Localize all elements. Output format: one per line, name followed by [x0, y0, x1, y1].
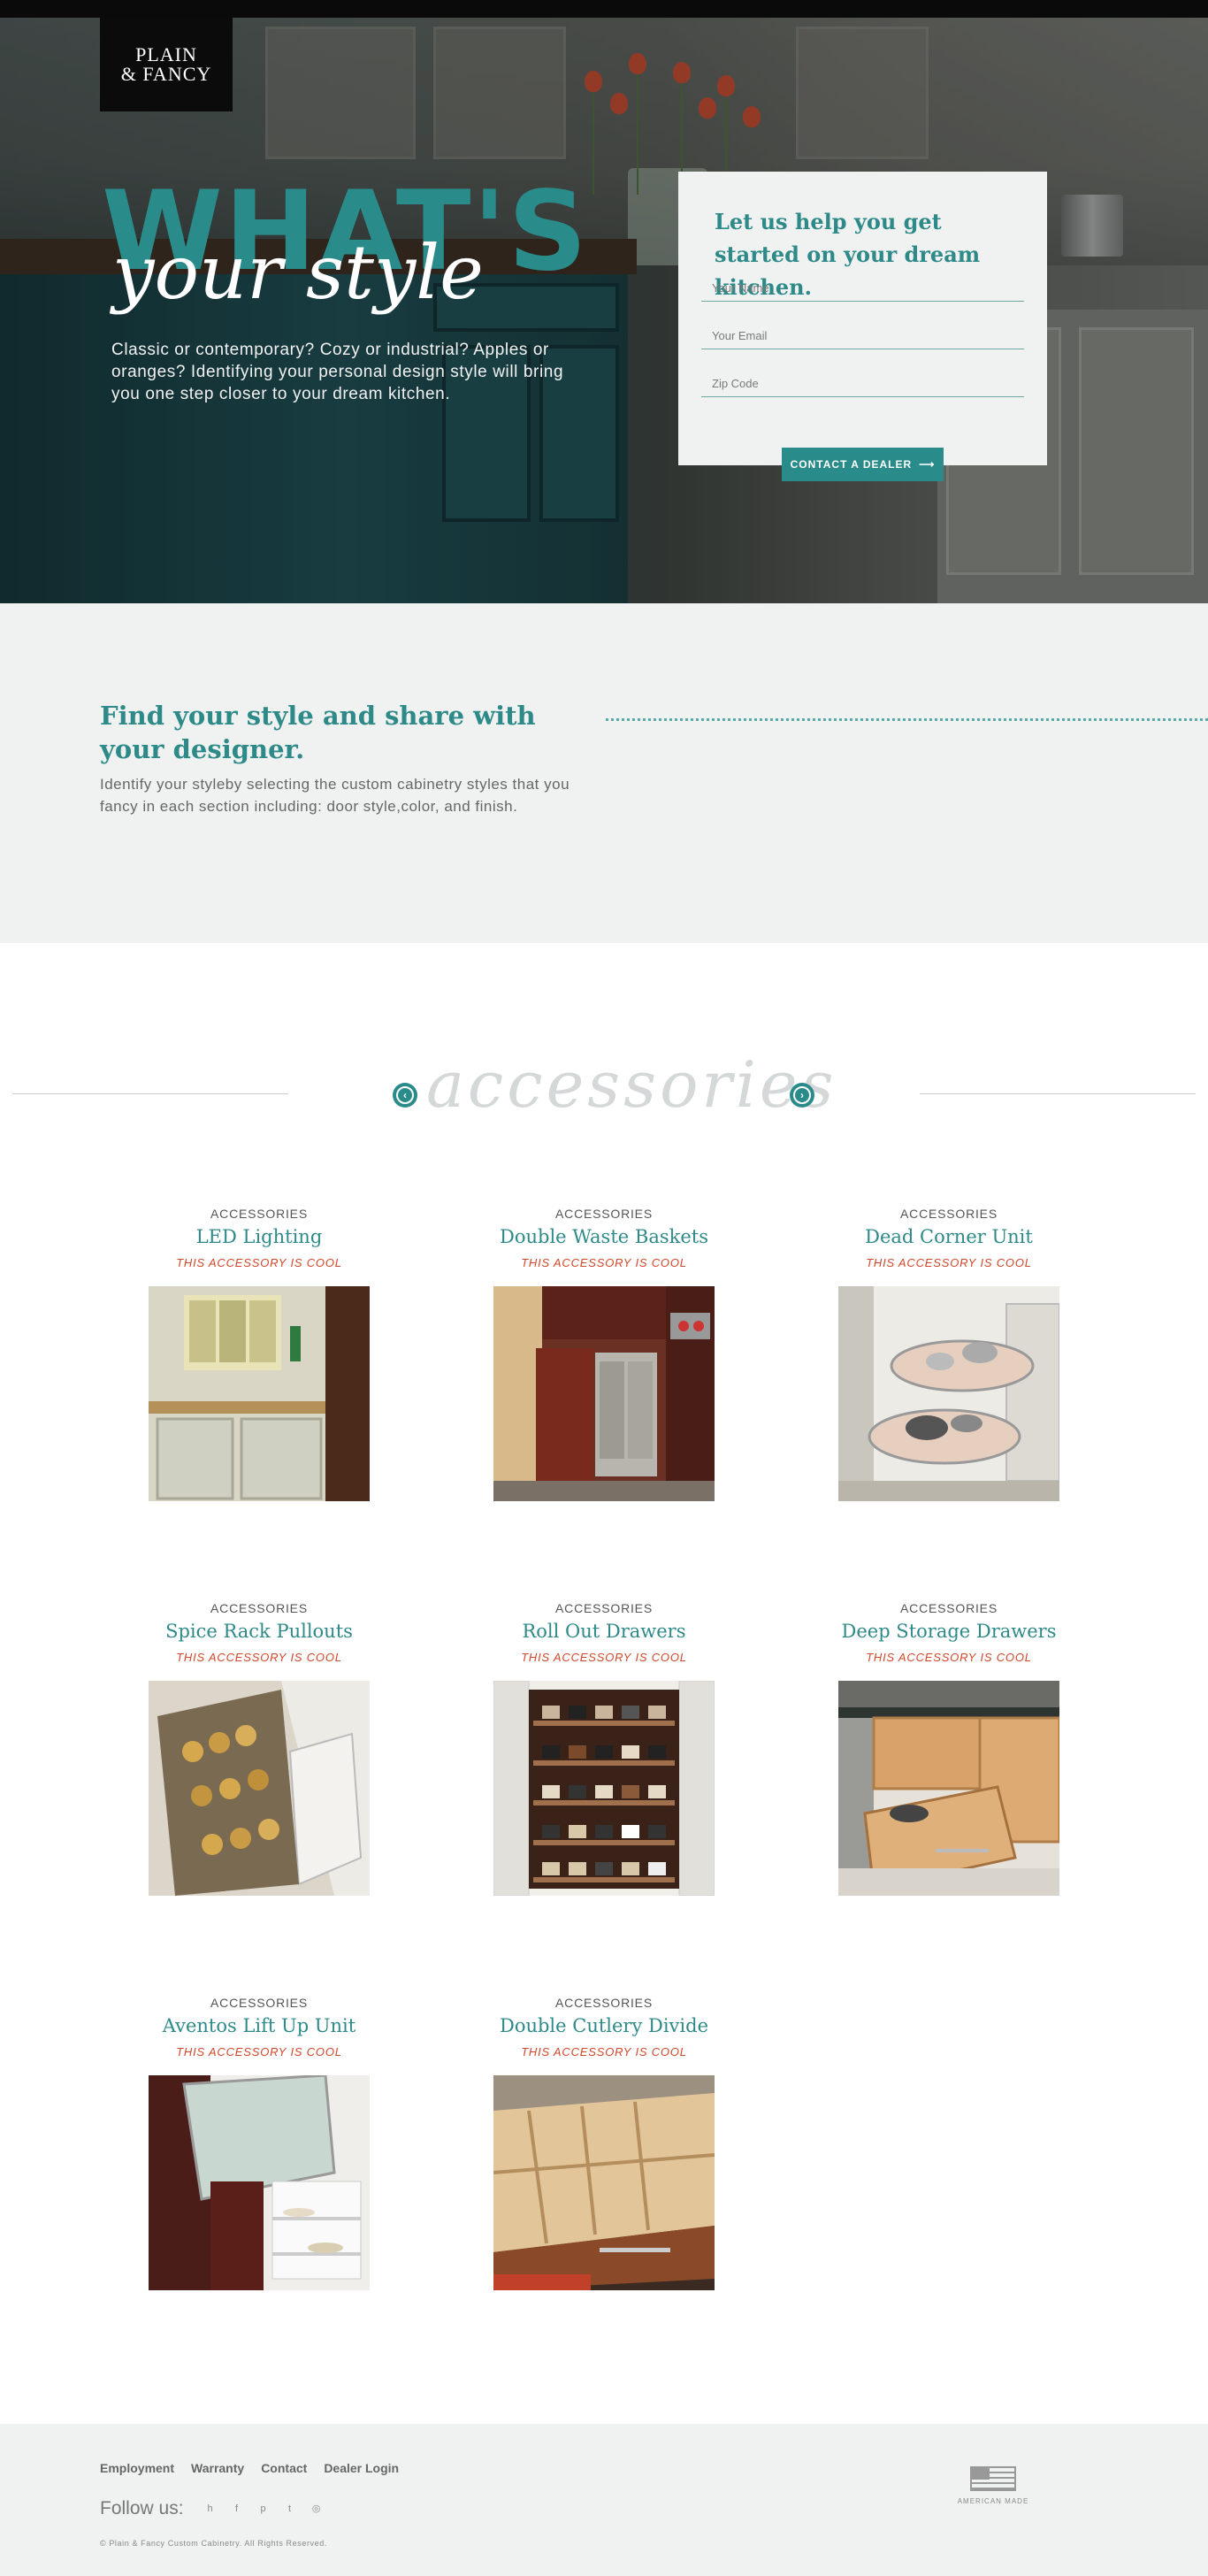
led-lighting-photo[interactable] [149, 1286, 370, 1501]
zip-code-input[interactable] [701, 371, 1024, 397]
aventos-lift-up-unit-photo[interactable] [149, 2075, 370, 2290]
accessory-name[interactable]: Spice Rack Pullouts [113, 1621, 405, 1645]
double-waste-baskets-photo[interactable] [493, 1286, 715, 1501]
accessory-category: ACCESSORIES [555, 1207, 653, 1221]
accessory-category: ACCESSORIES [555, 1996, 653, 2010]
copyright: © Plain & Fancy Custom Cabinetry. All Ri… [100, 2539, 327, 2548]
instagram-icon[interactable]: ◎ [308, 2500, 325, 2518]
hero-title: WHAT'S your style [102, 177, 589, 310]
accessory-tag: THIS ACCESSORY IS COOL [866, 1256, 1032, 1269]
top-bar [0, 0, 1208, 18]
accessory-name[interactable]: LED Lighting [113, 1226, 405, 1251]
footer-nav: Employment Warranty Contact Dealer Login [100, 2461, 399, 2475]
accessory-card-led-lighting[interactable]: ACCESSORIES LED Lighting THIS ACCESSORY … [113, 1207, 405, 1501]
dead-corner-unit-photo[interactable] [838, 1286, 1059, 1501]
accessory-name[interactable]: Roll Out Drawers [458, 1621, 750, 1645]
accessory-category: ACCESSORIES [210, 1996, 308, 2010]
accessories-heading: accessories [426, 1047, 837, 1122]
accessory-tag: THIS ACCESSORY IS COOL [176, 2045, 342, 2058]
roll-out-drawers-photo[interactable] [493, 1681, 715, 1896]
dealer-contact-form: Let us help you get started on your drea… [678, 172, 1047, 465]
accessory-card-aventos-lift-up-unit[interactable]: ACCESSORIES Aventos Lift Up Unit THIS AC… [113, 1996, 405, 2290]
contact-dealer-button[interactable]: CONTACT A DEALER ⟶ [782, 448, 944, 481]
arrow-left-circle-icon[interactable]: ‹ [393, 1083, 417, 1108]
brand-logo[interactable]: PLAIN & FANCY [100, 18, 233, 111]
footer-link-contact[interactable]: Contact [261, 2461, 307, 2475]
accessory-card-spice-rack-pullouts[interactable]: ACCESSORIES Spice Rack Pullouts THIS ACC… [113, 1601, 405, 1896]
follow-label: Follow us: [100, 2498, 184, 2518]
pinterest-icon[interactable]: p [255, 2500, 272, 2518]
divider-right [920, 1093, 1196, 1094]
accessory-tag: THIS ACCESSORY IS COOL [521, 1256, 687, 1269]
accessory-card-dead-corner-unit[interactable]: ACCESSORIES Dead Corner Unit THIS ACCESS… [803, 1207, 1095, 1501]
email-input[interactable] [701, 323, 1024, 349]
accessory-tag: THIS ACCESSORY IS COOL [176, 1651, 342, 1664]
social-follow: Follow us: h f p t ◎ [100, 2498, 325, 2519]
accessory-tag: THIS ACCESSORY IS COOL [176, 1256, 342, 1269]
accessory-name[interactable]: Deep Storage Drawers [803, 1621, 1095, 1645]
accessory-tag: THIS ACCESSORY IS COOL [866, 1651, 1032, 1664]
find-style-title: Find your style and share with your desi… [100, 701, 536, 764]
twitter-icon[interactable]: t [281, 2500, 299, 2518]
accessory-tag: THIS ACCESSORY IS COOL [521, 1651, 687, 1664]
accessory-card-double-cutlery-divide[interactable]: ACCESSORIES Double Cutlery Divide THIS A… [458, 1996, 750, 2290]
houzz-icon[interactable]: h [202, 2500, 219, 2518]
hero-title-script: your style [112, 229, 484, 316]
accessory-category: ACCESSORIES [555, 1601, 653, 1615]
name-input[interactable] [701, 275, 1024, 302]
double-cutlery-divide-photo[interactable] [493, 2075, 715, 2290]
accessory-card-roll-out-drawers[interactable]: ACCESSORIES Roll Out Drawers THIS ACCESS… [458, 1601, 750, 1896]
american-made-label: AMERICAN MADE [957, 2497, 1029, 2505]
hero-description: Classic or contemporary? Cozy or industr… [111, 341, 564, 403]
logo-line-1: PLAIN [135, 43, 197, 65]
accessory-tag: THIS ACCESSORY IS COOL [521, 2045, 687, 2058]
accessories-header: ‹ accessories › [0, 1044, 1208, 1150]
accessory-category: ACCESSORIES [900, 1601, 998, 1615]
contact-dealer-label: CONTACT A DEALER [790, 458, 913, 471]
footer-link-employment[interactable]: Employment [100, 2461, 174, 2475]
arrow-right-circle-icon[interactable]: › [790, 1083, 814, 1108]
accessory-category: ACCESSORIES [210, 1207, 308, 1221]
divider-left [12, 1093, 288, 1094]
footer: Employment Warranty Contact Dealer Login… [0, 2424, 1208, 2576]
arrow-right-icon: ⟶ [919, 458, 936, 471]
accessory-category: ACCESSORIES [210, 1601, 308, 1615]
logo-line-2: & FANCY [120, 63, 212, 85]
accessory-category: ACCESSORIES [900, 1207, 998, 1221]
find-style-section: Find your style and share with your desi… [0, 603, 1208, 943]
accessory-card-deep-storage-drawers[interactable]: ACCESSORIES Deep Storage Drawers THIS AC… [803, 1601, 1095, 1896]
accessory-name[interactable]: Aventos Lift Up Unit [113, 2015, 405, 2040]
accessory-name[interactable]: Dead Corner Unit [803, 1226, 1095, 1251]
facebook-icon[interactable]: f [228, 2500, 246, 2518]
deep-storage-drawers-photo[interactable] [838, 1681, 1059, 1896]
footer-link-warranty[interactable]: Warranty [191, 2461, 244, 2475]
spice-rack-pullouts-photo[interactable] [149, 1681, 370, 1896]
accessory-name[interactable]: Double Waste Baskets [458, 1226, 750, 1251]
footer-link-dealer-login[interactable]: Dealer Login [324, 2461, 399, 2475]
accessory-card-double-waste-baskets[interactable]: ACCESSORIES Double Waste Baskets THIS AC… [458, 1207, 750, 1501]
american-made-badge: AMERICAN MADE [953, 2466, 1033, 2505]
dotted-divider [606, 718, 1208, 721]
us-flag-icon [970, 2466, 1016, 2491]
accessory-name[interactable]: Double Cutlery Divide [458, 2015, 750, 2040]
find-style-description: Identify your styleby selecting the cust… [100, 776, 570, 815]
